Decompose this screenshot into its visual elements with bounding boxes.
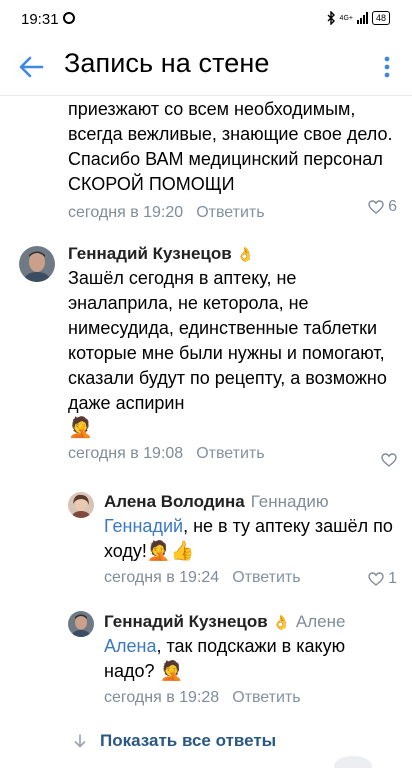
heart-icon	[368, 572, 384, 586]
comment-author[interactable]: Геннадий Кузнецов 👌	[68, 244, 398, 264]
show-all-label: Показать все ответы	[100, 731, 277, 750]
like-count: 1	[388, 570, 397, 587]
reply-button[interactable]: Ответить	[196, 204, 264, 222]
comment: приезжают со всем необходимым, всегда ве…	[68, 96, 398, 225]
back-arrow-icon[interactable]	[18, 54, 44, 80]
avatar-photo	[68, 611, 94, 637]
comment-author[interactable]: Геннадий Кузнецов 👌 Алене	[104, 612, 400, 632]
like-button[interactable]: 1	[368, 570, 397, 588]
avatar-photo	[68, 492, 94, 518]
comment-meta: сегодня в 19:28 Ответить	[104, 686, 400, 710]
heart-icon	[381, 453, 397, 467]
reply-to[interactable]: Алене	[296, 612, 346, 631]
heart-icon	[368, 200, 384, 214]
bluetooth-icon	[327, 11, 335, 25]
like-button[interactable]: 6	[368, 198, 397, 216]
app-bar: Запись на стене	[0, 40, 412, 96]
comment-date: сегодня в 19:20	[68, 204, 184, 221]
reply-to[interactable]: Геннадию	[251, 492, 329, 511]
comment: Геннадий Кузнецов 👌 Зашёл сегодня в апте…	[68, 244, 398, 466]
status-bar: 19:31 4G+ 48	[0, 0, 412, 40]
reply-button[interactable]: Ответить	[232, 569, 300, 587]
avatar-photo	[19, 246, 55, 282]
text-emoji: 🤦	[159, 661, 184, 682]
like-count: 6	[388, 198, 397, 215]
status-icons: 4G+ 48	[327, 11, 390, 25]
comment-text: Геннадий, не в ту аптеку зашёл по ходу!🤦…	[104, 516, 393, 562]
author-emoji: 👌	[272, 614, 290, 630]
text-emoji: 🤦👍	[146, 541, 195, 562]
text-emoji: 🤦	[68, 417, 93, 439]
mention-link[interactable]: Алена	[104, 636, 156, 656]
comment-reply: Алена Володина Геннадию Геннадий, не в ту…	[104, 492, 400, 590]
signal-icon	[356, 12, 368, 24]
comment-date: сегодня в 19:08	[68, 445, 184, 462]
comment-date: сегодня в 19:24	[104, 569, 220, 586]
comment-author[interactable]: Алена Володина Геннадию	[104, 492, 400, 512]
comment-text: Алена, так подскажи в какую надо? 🤦	[104, 636, 346, 682]
comment-text: Зашёл сегодня в аптеку, не эналаприла, н…	[68, 268, 387, 439]
avatar[interactable]	[68, 611, 94, 637]
page-title: Запись на стене	[64, 48, 270, 78]
avatar[interactable]	[19, 246, 55, 282]
avatar[interactable]	[68, 492, 94, 518]
comments-feed[interactable]: приезжают со всем необходимым, всегда ве…	[0, 96, 412, 768]
comment-text: приезжают со всем необходимым, всегда ве…	[68, 99, 393, 194]
notification-dot-icon	[62, 12, 75, 24]
reply-button[interactable]: Ответить	[196, 445, 264, 463]
comment-meta: сегодня в 19:20 Ответить	[68, 201, 398, 225]
reply-button[interactable]: Ответить	[232, 689, 300, 707]
status-time: 19:31	[21, 11, 75, 28]
like-button[interactable]	[381, 453, 397, 467]
author-emoji: 👌	[236, 246, 254, 262]
more-vertical-icon[interactable]	[384, 56, 390, 78]
arrow-down-icon	[74, 734, 86, 748]
comment-date: сегодня в 19:28	[104, 689, 220, 706]
comment-meta: сегодня в 19:24 Ответить	[104, 566, 400, 590]
battery-icon: 48	[371, 11, 390, 25]
comment-meta: сегодня в 19:08 Ответить	[68, 442, 398, 466]
scroll-button[interactable]	[334, 756, 372, 768]
comment-reply: Геннадий Кузнецов 👌 Алене Алена, так подс…	[104, 612, 400, 710]
show-all-replies-button[interactable]: Показать все ответы	[74, 731, 276, 751]
mention-link[interactable]: Геннадий	[104, 516, 183, 536]
network-type: 4G+	[339, 14, 353, 22]
